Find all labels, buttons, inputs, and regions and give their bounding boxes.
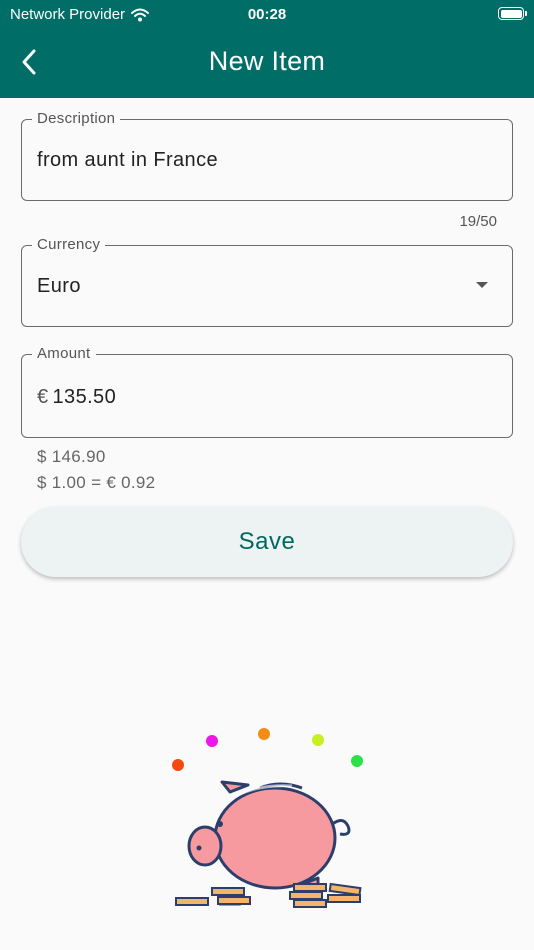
confetti-dot [351,755,363,767]
save-button[interactable]: Save [21,507,513,577]
confetti-dot [312,734,324,746]
dropdown-arrow-icon [476,282,488,288]
character-counter: 19/50 [459,213,497,230]
currency-value: Euro [37,275,81,297]
exchange-rate: $ 1.00 = € 0.92 [37,473,156,492]
description-input[interactable]: from aunt in France [37,149,218,172]
confetti-dot [206,735,218,747]
page-title: New Item [208,46,326,76]
save-button-label: Save [238,528,296,555]
converted-amount: $ 146.90 [37,447,106,466]
confetti-dot [172,759,184,771]
piggy-bank-illustration [172,728,363,908]
currency-label: Currency [32,236,106,253]
euro-prefix: € [37,386,49,408]
amount-label: Amount [32,345,96,362]
amount-field[interactable]: Amount €135.50 [21,345,513,438]
description-field[interactable]: Description from aunt in France [21,110,513,201]
amount-value: 135.50 [52,386,117,408]
app-header: Network Provider 00:28 New Item [0,0,534,98]
confetti-dot [258,728,270,740]
description-label: Description [32,110,121,127]
amount-input[interactable]: €135.50 [37,386,116,409]
currency-select[interactable]: Currency Euro [21,236,513,327]
status-time: 00:28 [247,6,287,23]
battery-icon [498,7,527,20]
